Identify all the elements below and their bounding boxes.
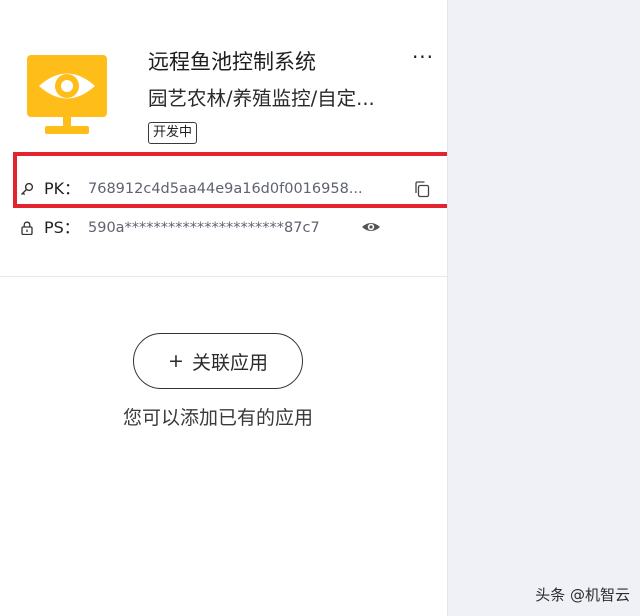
monitor-eye-icon — [27, 55, 107, 134]
link-app-label: 关联应用 — [191, 351, 268, 374]
key-icon — [21, 182, 34, 196]
status-badge: 开发中 — [148, 122, 198, 144]
product-key-value: 768912c4d5aa44e9a16d0f0016958... — [88, 181, 363, 197]
plus-icon: + — [168, 350, 184, 372]
side-area — [447, 0, 640, 616]
watermark: 头条 @机智云 — [535, 586, 630, 604]
product-secret-value: 590a**********************87c7 — [88, 220, 320, 236]
link-app-button[interactable]: + 关联应用 — [133, 333, 303, 389]
eye-icon[interactable] — [360, 218, 382, 236]
product-key-label: PK： — [44, 179, 81, 198]
empty-apps-hint: 您可以添加已有的应用 — [122, 407, 313, 429]
more-options-button[interactable]: ··· — [409, 47, 437, 70]
lock-icon — [21, 221, 33, 235]
product-category: 园艺农林/养殖监控/自定... — [148, 87, 375, 110]
product-card[interactable]: 远程鱼池控制系统 ··· 园艺农林/养殖监控/自定... 开发中 PK： 768… — [0, 0, 459, 277]
copy-icon[interactable] — [413, 180, 431, 198]
product-name: 远程鱼池控制系统 — [148, 50, 316, 74]
product-secret-label: PS： — [44, 218, 80, 237]
product-panel: 远程鱼池控制系统 ··· 园艺农林/养殖监控/自定... 开发中 PK： 768… — [0, 0, 459, 616]
